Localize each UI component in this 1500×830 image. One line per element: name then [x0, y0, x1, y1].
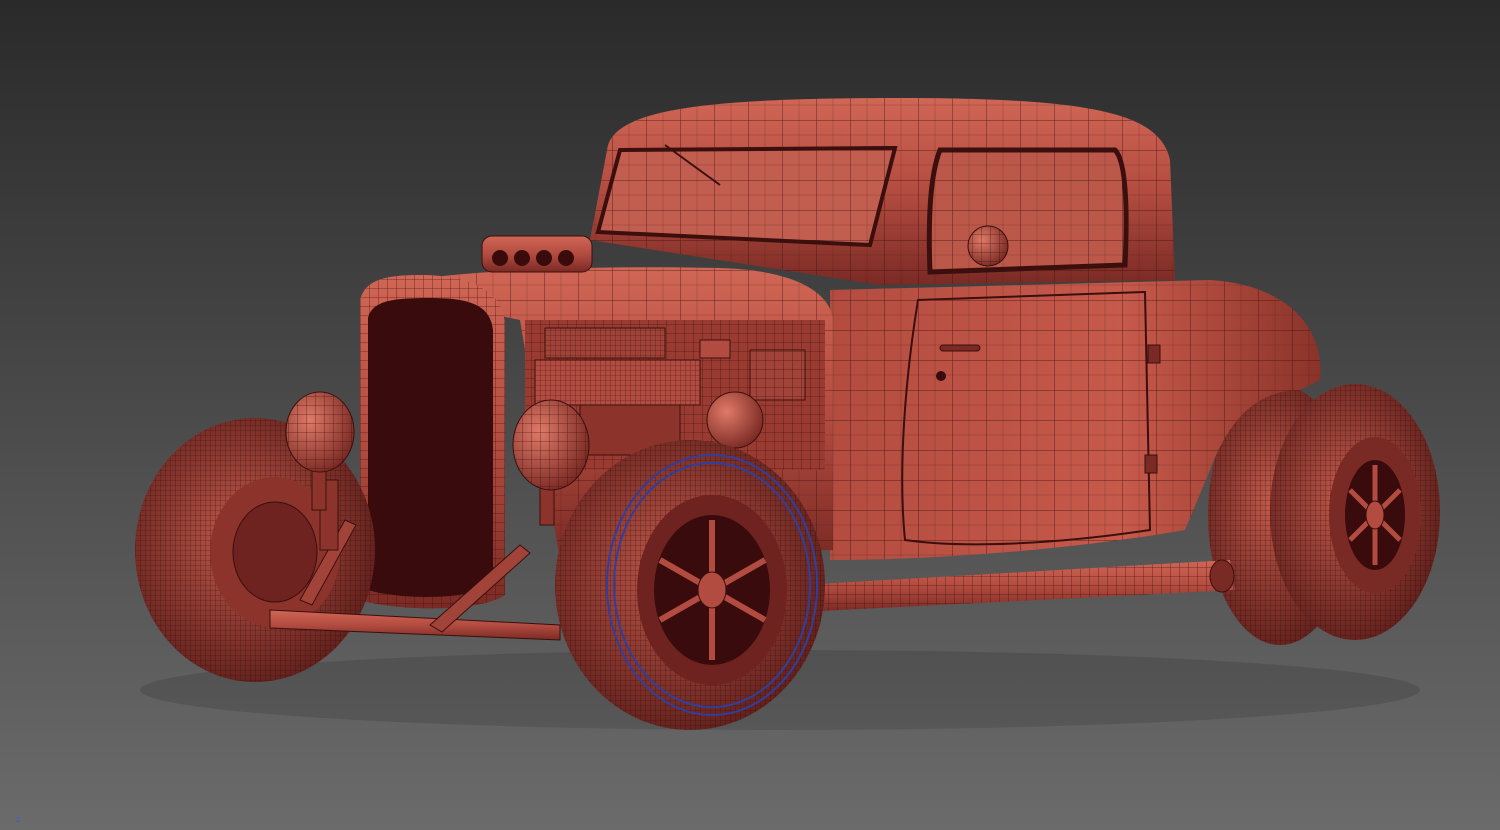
door-handle[interactable] [939, 344, 981, 352]
door-lock [936, 371, 946, 381]
coil-pack [699, 339, 731, 359]
wheel-hub [697, 571, 727, 609]
door-hinge-bottom [1144, 454, 1158, 474]
axis-gizmo: z [12, 815, 32, 827]
front-wheel-right[interactable] [555, 440, 825, 730]
axis-z-label: z [16, 815, 21, 824]
side-window[interactable] [926, 147, 1129, 275]
alternator [706, 391, 764, 449]
3d-viewport[interactable]: z [0, 0, 1500, 830]
viewport-scene[interactable] [0, 0, 1500, 830]
supercharger-scoop[interactable] [481, 235, 593, 273]
radiator-grille[interactable] [360, 275, 505, 609]
windshield[interactable] [595, 144, 898, 248]
rear-wheel-right[interactable] [1208, 384, 1440, 645]
door-hinge-top [1147, 344, 1161, 364]
